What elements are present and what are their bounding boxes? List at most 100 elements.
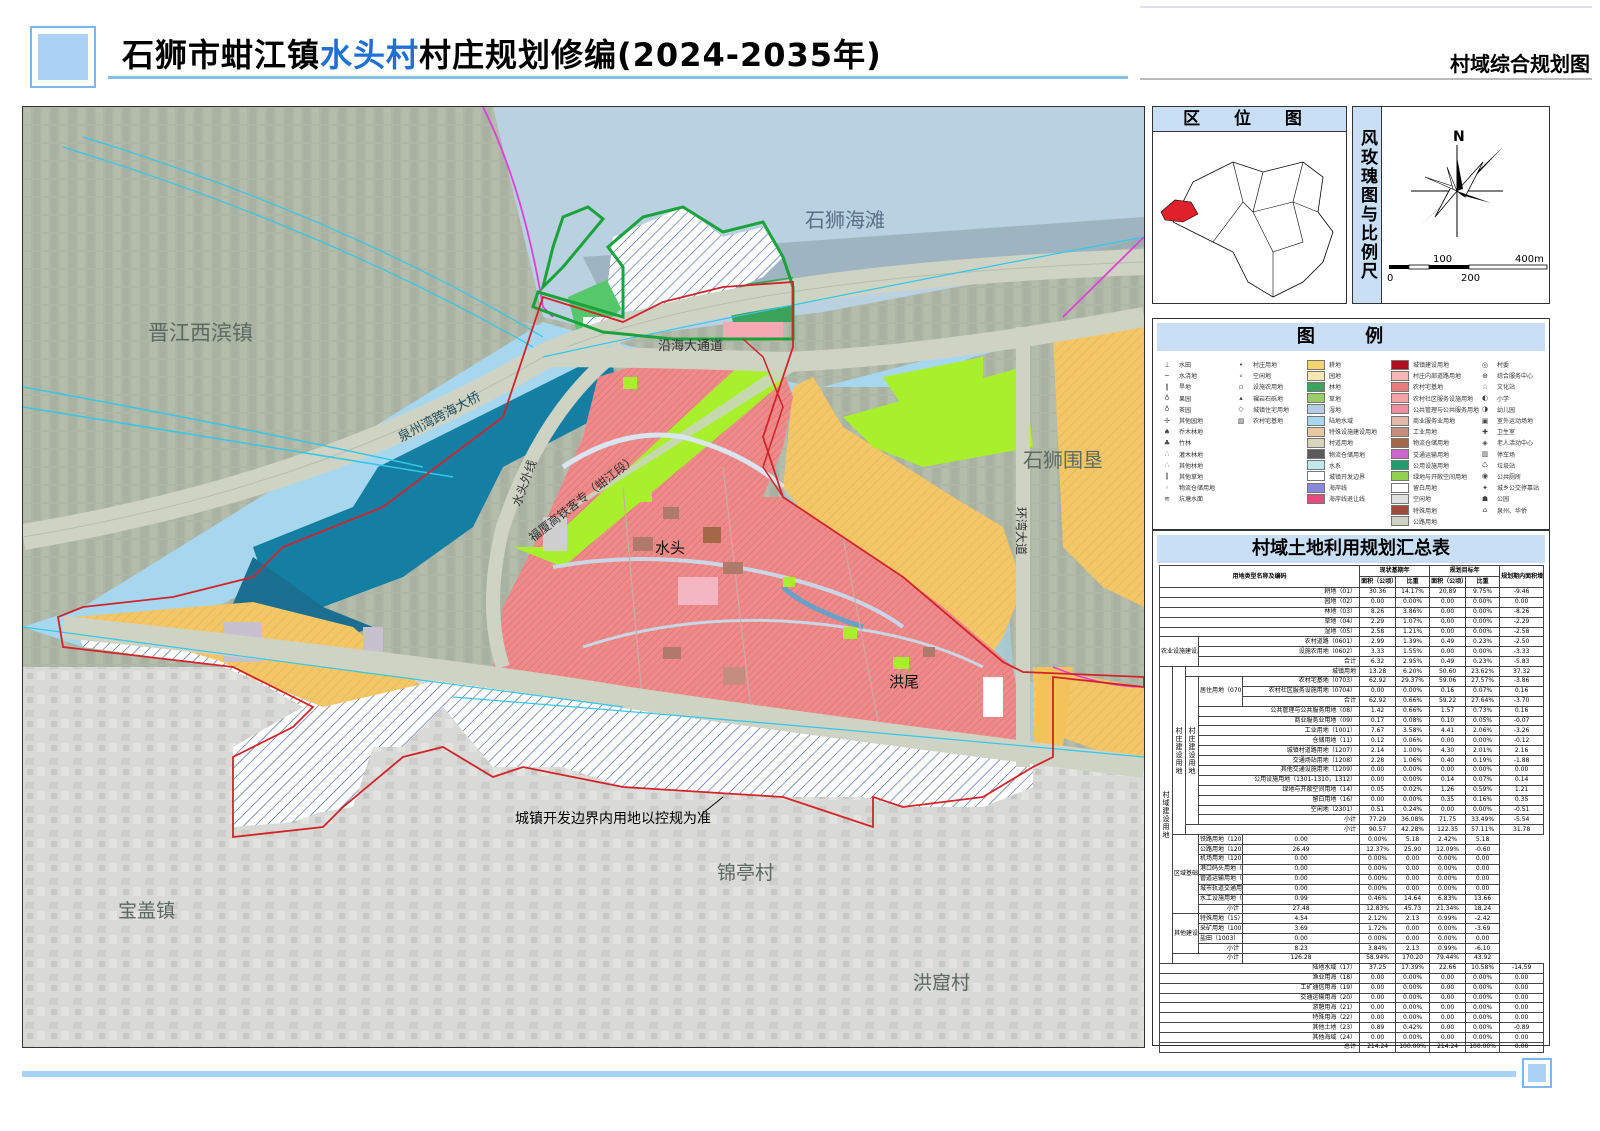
legend-swatch <box>1391 460 1409 471</box>
table-row: 公用设施用地（1301-1310，1312） 0.00 0.00% 0.14 0.07%… <box>1160 774 1545 786</box>
row-name: 湿地（05） <box>1158 626 1361 638</box>
legend-symbol-icon: ∴ <box>1164 450 1170 459</box>
row-value: 27.64% <box>1465 695 1501 707</box>
row-value: 1.72% <box>1359 923 1397 935</box>
legend-item: ▨ 农村宅基地 <box>1233 415 1289 426</box>
row-value: -3.86 <box>1499 676 1545 687</box>
legend-label: 特殊用地 <box>1413 507 1438 515</box>
row-value: 0.00% <box>1429 854 1467 865</box>
row-value: 0.00% <box>1429 863 1467 875</box>
row-value: 6.20% <box>1395 666 1431 678</box>
row-value: 0.99% <box>1429 913 1467 925</box>
table-row: 其他海域（24） 0.00 0.00% 0.00 0.00% 0.00 <box>1158 1032 1545 1043</box>
legend-column-4: 城镇建设用地 村庄内部道路用地 农村宅基地 农村社区服务设施用地 公共管理与公共服务用地… <box>1391 359 1479 527</box>
legend-label: 海岸线 <box>1329 485 1348 493</box>
row-value: 14.17% <box>1395 587 1431 598</box>
row-name: 公共管理与公共服务用地（08） <box>1197 705 1361 717</box>
row-value: 13.28 <box>1359 666 1397 678</box>
legend-item: 耕地 <box>1307 359 1377 370</box>
map-label-hongwei: 洪尾 <box>889 673 919 691</box>
legend-label: 耕地 <box>1329 362 1342 370</box>
row-value: 23.62% <box>1465 666 1501 678</box>
legend-label: 村委 <box>1497 362 1510 370</box>
legend-item: ⊕ 综合服务中心 <box>1477 370 1539 381</box>
row-value: 0.23% <box>1465 636 1501 648</box>
legend-label: 果园 <box>1179 395 1192 403</box>
row-value: 0.00 <box>1395 873 1431 885</box>
legend-item: 陆地水域 <box>1307 415 1377 426</box>
scale-label-0: 0 <box>1387 273 1393 284</box>
row-value: 4.41 <box>1429 725 1467 737</box>
row-value: 9.75% <box>1465 587 1501 598</box>
sheet-title-underline <box>1140 78 1592 80</box>
legend-label: 公共厕所 <box>1497 473 1522 481</box>
table-row: 游憩用海（21） 0.00 0.00% 0.00 0.00% 0.00 <box>1158 1002 1545 1014</box>
legend-swatch <box>1307 449 1325 460</box>
row-value: 0.05% <box>1465 715 1501 727</box>
legend-label: 村庄内部道路用地 <box>1413 373 1462 381</box>
legend-item: ⌂ 泉州、华侨 <box>1477 504 1539 515</box>
row-value: 214.24 <box>1359 1041 1397 1053</box>
legend-label: 老人活动中心 <box>1497 440 1534 448</box>
row-value: 0.00 <box>1241 933 1361 945</box>
table-row: 空闲地（2301） 0.51 0.24% 0.00 0.00% -0.51 <box>1160 804 1545 816</box>
legend-label: 垃圾站 <box>1497 462 1516 470</box>
legend-symbol-icon: ∥ <box>1165 472 1169 481</box>
legend-item: 商业服务业用地 <box>1391 415 1479 426</box>
row-value: 4.30 <box>1429 745 1467 757</box>
row-name: 小计 <box>1198 903 1243 915</box>
row-value: 0.07% <box>1465 685 1501 697</box>
legend-label: 设施农用地 <box>1253 384 1284 392</box>
row-value: 0.00 <box>1499 992 1545 1004</box>
row-name: 农村社区服务设施用地（0704） <box>1241 685 1361 697</box>
footer-bar <box>22 1071 1516 1077</box>
row-value: 0.00 <box>1429 972 1467 984</box>
row-value: 0.00 <box>1359 992 1397 1004</box>
legend-item: ☆ 文化站 <box>1477 381 1539 392</box>
title-underline <box>108 76 1128 79</box>
header-target-year: 规划目标年 <box>1429 565 1501 577</box>
group-rural-sub: 村庄建设用地 <box>1185 676 1199 826</box>
row-name: 林地（03） <box>1158 606 1361 618</box>
row-name: 交通运输用海（20） <box>1158 992 1361 1004</box>
row-value: 0.00 <box>1241 854 1361 865</box>
header-category: 用地类型名称及编码 <box>1158 565 1361 588</box>
row-value: 126.28 <box>1241 952 1361 964</box>
legend-symbol-icon: ◈ <box>1482 438 1488 447</box>
table-row: 水工设施用地（1311）0.990.46%14.646.83%13.66 <box>1160 893 1544 905</box>
legend-swatch <box>1391 505 1409 516</box>
map-canvas[interactable]: 石狮海滩 晋江西滨镇 石狮围垦 沿海大通道 泉州湾跨海大桥 福厦高铁客专（蚶江段… <box>23 107 1144 1047</box>
row-value: 59.22 <box>1429 695 1467 707</box>
legend-item: ◈ 老人活动中心 <box>1477 437 1539 448</box>
row-value: 59.06 <box>1429 676 1467 687</box>
legend-label: 幼儿园 <box>1497 406 1516 414</box>
row-value: 0.14 <box>1429 774 1467 786</box>
row-value: 0.00% <box>1395 765 1431 776</box>
row-value: 0.23% <box>1465 656 1501 668</box>
group-regional: 区域基础设施用地（1201-1206，1311） <box>1172 834 1199 915</box>
table-row: 机场用地（1203）0.000.00%0.000.00%0.00 <box>1160 854 1544 865</box>
row-value: 0.14 <box>1499 774 1545 786</box>
legend-label: 卫生室 <box>1497 429 1516 437</box>
row-value: 0.00 <box>1429 616 1467 628</box>
row-value: 2.99 <box>1359 636 1397 648</box>
legend-item: ♁ 茶园 <box>1159 404 1215 415</box>
row-value: 0.00% <box>1359 854 1397 865</box>
row-value: 0.07% <box>1465 774 1501 786</box>
row-value: 1.57 <box>1429 705 1467 717</box>
row-value: 0.00 <box>1429 765 1467 776</box>
row-value: 1.39% <box>1395 636 1431 648</box>
row-value: 0.16 <box>1499 685 1545 697</box>
legend-symbol-icon: ◦ <box>1164 483 1170 492</box>
header-area-target: 面积（公顷） <box>1429 576 1467 588</box>
main-map[interactable]: 石狮海滩 晋江西滨镇 石狮围垦 沿海大通道 泉州湾跨海大桥 福厦高铁客专（蚶江段… <box>22 106 1145 1048</box>
legend-item: 公用设施用地 <box>1391 460 1479 471</box>
table-row: 特殊用海（22） 0.00 0.00% 0.00 0.00% 0.00 <box>1158 1012 1545 1024</box>
row-value: 0.00 <box>1359 685 1397 697</box>
row-value: 0.00% <box>1429 883 1467 895</box>
legend-label: 泉州、华侨 <box>1497 507 1528 515</box>
row-name: 水工设施用地（1311） <box>1198 893 1243 905</box>
map-label-baogai: 宝盖镇 <box>118 900 175 922</box>
table-row: 村域建设用地 村庄建设用地 城镇用地 13.28 6.20% 50.60 23.62% 37.… <box>1159 666 1545 964</box>
row-value: 42.28% <box>1395 824 1431 836</box>
